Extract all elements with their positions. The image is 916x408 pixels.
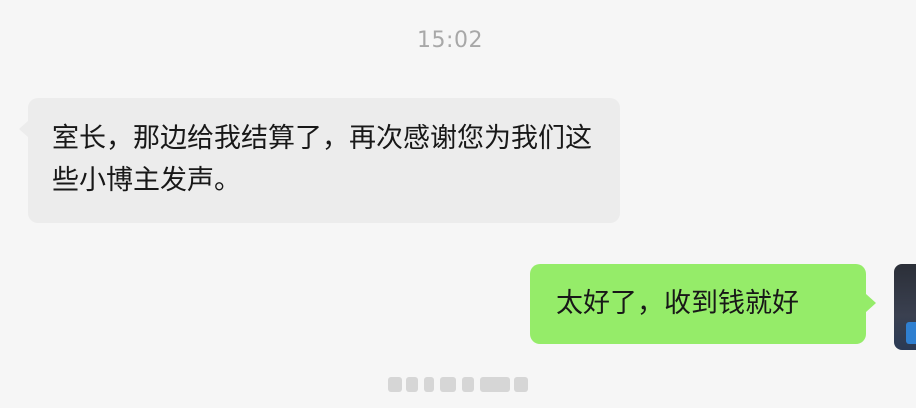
blur-chunk — [440, 377, 456, 392]
blur-chunk — [514, 377, 528, 392]
blur-chunk — [424, 377, 434, 392]
user-avatar[interactable] — [894, 264, 916, 350]
message-bubble-sent[interactable]: 太好了，收到钱就好 — [530, 264, 876, 344]
avatar-accent — [906, 322, 916, 344]
message-text: 太好了，收到钱就好 — [556, 288, 799, 319]
blurred-text — [384, 372, 534, 396]
message-text: 室长，那边给我结算了，再次感谢您为我们这些小博主发声。 — [52, 123, 592, 196]
chat-timestamp: 15:02 — [417, 28, 483, 53]
blur-chunk — [462, 377, 474, 392]
message-bubble-received[interactable]: 室长，那边给我结算了，再次感谢您为我们这些小博主发声。 — [19, 98, 620, 223]
blur-chunk — [406, 377, 418, 392]
blur-chunk — [480, 377, 510, 392]
blur-chunk — [388, 377, 402, 392]
